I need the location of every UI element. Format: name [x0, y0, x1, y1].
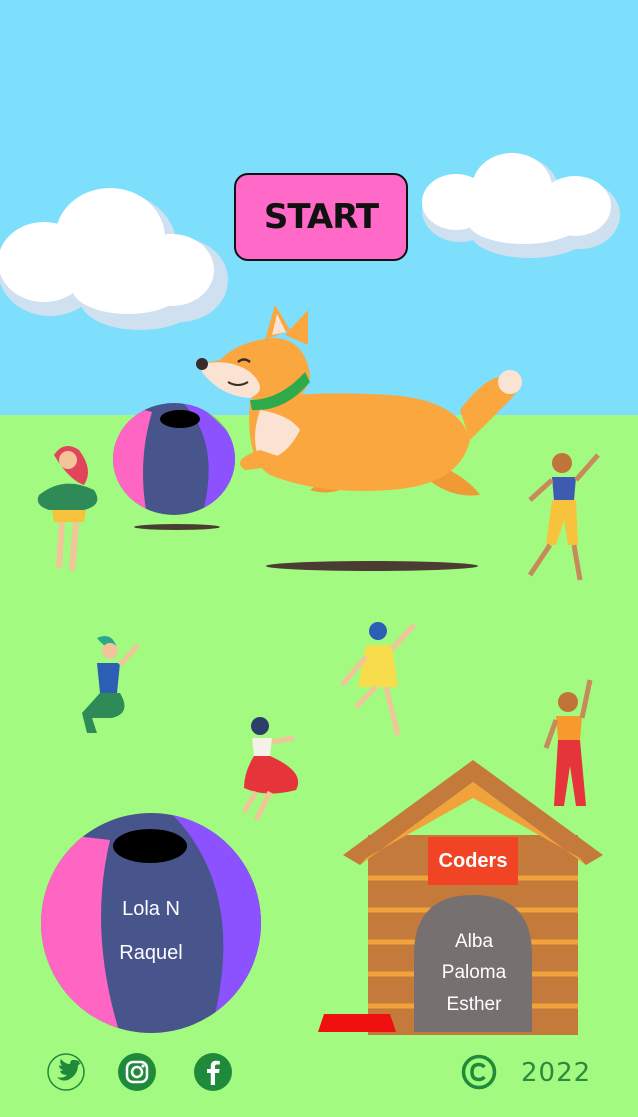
coder-name-1: Alba	[454, 931, 494, 952]
facebook-icon[interactable]	[193, 1052, 233, 1092]
dancer-figure-1	[37, 446, 98, 571]
dancer-figure-3	[82, 635, 140, 733]
dancer-figure-4	[340, 622, 416, 736]
dancer-figure-2	[527, 453, 600, 581]
copyright-year: 2022	[521, 1058, 592, 1088]
team-ball: Lola N Raquel	[40, 812, 262, 1034]
coder-name-3: Esther	[446, 994, 502, 1015]
big-beach-ball	[41, 813, 261, 1033]
copyright-icon	[461, 1054, 497, 1090]
twitter-icon[interactable]	[47, 1053, 85, 1091]
small-beach-ball[interactable]	[112, 402, 236, 516]
coder-name-2: Paloma	[441, 962, 507, 983]
start-button[interactable]: START	[234, 173, 408, 261]
cloud-right	[422, 153, 620, 258]
dancer-figure-5	[241, 717, 299, 822]
team-name-2: Raquel	[119, 942, 183, 964]
dog-shadow	[266, 561, 478, 571]
coders-sign: Coders	[428, 837, 518, 885]
team-name-1: Lola N	[122, 898, 180, 920]
corgi-dog	[196, 305, 522, 496]
ball-shadow	[134, 524, 220, 530]
instagram-icon[interactable]	[117, 1052, 157, 1092]
